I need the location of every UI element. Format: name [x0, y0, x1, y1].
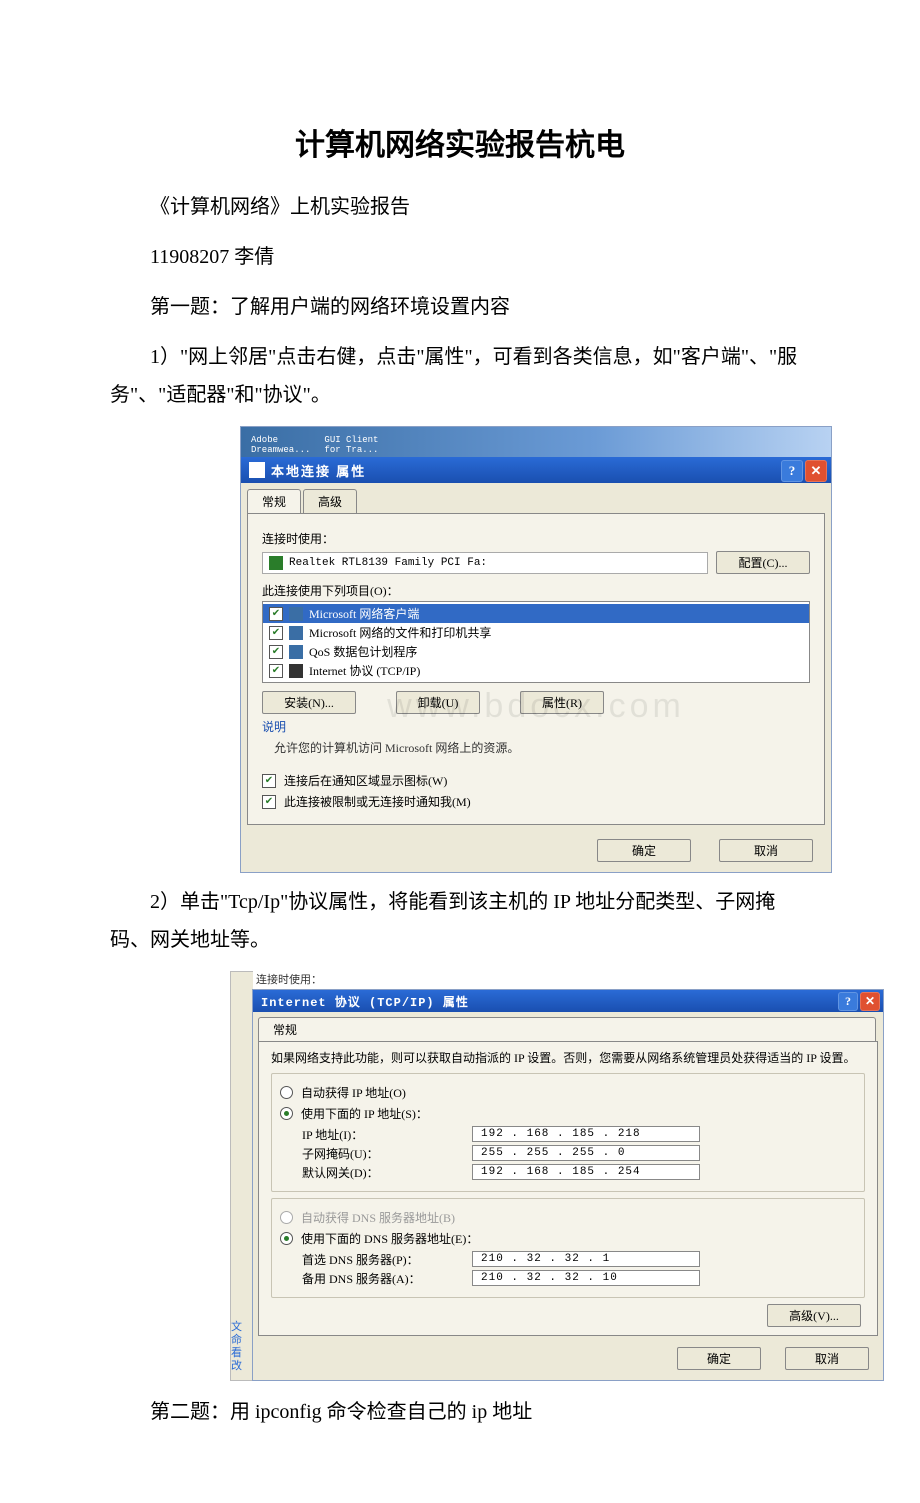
- checkbox-label: 此连接被限制或无连接时通知我(M): [284, 793, 471, 810]
- radio-label: 使用下面的 DNS 服务器地址(E)：: [301, 1230, 478, 1247]
- parent-window-text: 文命看改: [231, 1321, 242, 1373]
- checkbox-icon[interactable]: ✔: [269, 664, 283, 678]
- ok-button[interactable]: 确定: [677, 1347, 761, 1370]
- list-item-ms-client[interactable]: ✔ Microsoft 网络客户端: [263, 604, 809, 623]
- advanced-button[interactable]: 高级(V)...: [767, 1304, 861, 1327]
- tab-general[interactable]: 常规: [258, 1017, 876, 1041]
- desktop-icon-dreamweaver: AdobeDreamwea...: [251, 435, 310, 457]
- configure-button[interactable]: 配置(C)...: [716, 551, 810, 574]
- window-title: 本地连接 属性: [271, 461, 366, 480]
- dns-group: 自动获得 DNS 服务器地址(B) 使用下面的 DNS 服务器地址(E)： 首选…: [271, 1198, 865, 1298]
- window-title: Internet 协议 (TCP/IP) 属性: [261, 993, 469, 1010]
- list-item-label: Microsoft 网络的文件和打印机共享: [309, 624, 491, 641]
- cancel-button[interactable]: 取消: [785, 1347, 869, 1370]
- tabs: 常规: [253, 1012, 883, 1041]
- label-dns1: 首选 DNS 服务器(P)：: [302, 1251, 472, 1268]
- list-item-label: QoS 数据包计划程序: [309, 643, 417, 660]
- radio-auto-ip[interactable]: [280, 1086, 293, 1099]
- radio-manual-ip[interactable]: [280, 1107, 293, 1120]
- close-button[interactable]: ✕: [805, 460, 827, 482]
- subnet-mask-field[interactable]: 255 . 255 . 255 . 0: [472, 1145, 700, 1161]
- service-icon: [289, 626, 303, 640]
- protocol-icon: [289, 664, 303, 678]
- window-titlebar: 本地连接 属性 ? ✕: [241, 457, 831, 483]
- items-listbox[interactable]: ✔ Microsoft 网络客户端 ✔ Microsoft 网络的文件和打印机共…: [262, 601, 810, 683]
- nic-icon: [269, 556, 283, 570]
- doc-title: 计算机网络实验报告杭电: [110, 120, 810, 164]
- uninstall-button[interactable]: 卸载(U): [396, 691, 480, 714]
- list-item-label: Microsoft 网络客户端: [309, 605, 419, 622]
- info-blurb: 如果网络支持此功能，则可以获取自动指派的 IP 设置。否则，您需要从网络系统管理…: [271, 1050, 865, 1067]
- list-item-tcpip[interactable]: ✔ Internet 协议 (TCP/IP): [263, 661, 809, 680]
- list-item-file-printer[interactable]: ✔ Microsoft 网络的文件和打印机共享: [263, 623, 809, 642]
- document-page: 计算机网络实验报告杭电 《计算机网络》上机实验报告 11908207 李倩 第一…: [0, 0, 920, 1503]
- label-ip: IP 地址(I)：: [302, 1126, 472, 1143]
- checkbox-icon[interactable]: ✔: [269, 607, 283, 621]
- adapter-field: Realtek RTL8139 Family PCI Fa:: [262, 552, 708, 574]
- ip-address-field[interactable]: 192 . 168 . 185 . 218: [472, 1126, 700, 1142]
- ok-button[interactable]: 确定: [597, 839, 691, 862]
- checkbox-icon[interactable]: ✔: [269, 626, 283, 640]
- ip-group: 自动获得 IP 地址(O) 使用下面的 IP 地址(S)： IP 地址(I)：1…: [271, 1073, 865, 1192]
- figure-local-connection-properties: AdobeDreamwea... GUI Clientfor Tra... 本地…: [240, 426, 832, 873]
- tabs: 常规 高级: [241, 483, 831, 513]
- checkbox-label: 连接后在通知区域显示图标(W): [284, 772, 447, 789]
- checkbox-limited-icon[interactable]: ✔: [262, 795, 276, 809]
- panel-general: 如果网络支持此功能，则可以获取自动指派的 IP 设置。否则，您需要从网络系统管理…: [258, 1041, 878, 1336]
- label-connect-using: 连接时使用：: [262, 530, 810, 547]
- desktop-icon-gui-client: GUI Clientfor Tra...: [324, 435, 378, 457]
- label-items: 此连接使用下列项目(O)：: [262, 582, 810, 599]
- client-icon: [289, 607, 303, 621]
- parent-label-connect: 连接时使用：: [256, 971, 890, 987]
- parent-window-edge: [230, 971, 253, 1381]
- radio-label: 使用下面的 IP 地址(S)：: [301, 1105, 428, 1122]
- radio-label: 自动获得 IP 地址(O): [301, 1084, 406, 1101]
- checkbox-notify-icon[interactable]: ✔: [262, 774, 276, 788]
- service-icon: [289, 645, 303, 659]
- paragraph-q1-step2: 2）单击"Tcp/Ip"协议属性，将能看到该主机的 IP 地址分配类型、子网掩码…: [110, 883, 810, 959]
- dns2-field[interactable]: 210 . 32 . 32 . 10: [472, 1270, 700, 1286]
- list-item-qos[interactable]: ✔ QoS 数据包计划程序: [263, 642, 809, 661]
- desktop-strip: AdobeDreamwea... GUI Clientfor Tra...: [241, 427, 831, 457]
- close-button[interactable]: ✕: [860, 992, 880, 1011]
- paragraph-report-title: 《计算机网络》上机实验报告: [110, 188, 810, 226]
- label-description-heading: 说明: [262, 718, 810, 735]
- paragraph-q1-heading: 第一题：了解用户端的网络环境设置内容: [110, 288, 810, 326]
- window-titlebar: Internet 协议 (TCP/IP) 属性 ? ✕: [253, 990, 883, 1012]
- checkbox-icon[interactable]: ✔: [269, 645, 283, 659]
- radio-auto-dns: [280, 1211, 293, 1224]
- help-button[interactable]: ?: [781, 460, 803, 482]
- adapter-name: Realtek RTL8139 Family PCI Fa:: [289, 557, 487, 569]
- radio-manual-dns[interactable]: [280, 1232, 293, 1245]
- gateway-field[interactable]: 192 . 168 . 185 . 254: [472, 1164, 700, 1180]
- label-mask: 子网掩码(U)：: [302, 1145, 472, 1162]
- properties-button[interactable]: 属性(R): [520, 691, 604, 714]
- panel-general: 连接时使用： Realtek RTL8139 Family PCI Fa: 配置…: [247, 513, 825, 825]
- radio-label-disabled: 自动获得 DNS 服务器地址(B): [301, 1209, 455, 1226]
- paragraph-q2-heading: 第二题：用 ipconfig 命令检查自己的 ip 地址: [110, 1393, 810, 1431]
- description-text: 允许您的计算机访问 Microsoft 网络上的资源。: [274, 739, 810, 756]
- label-gateway: 默认网关(D)：: [302, 1164, 472, 1181]
- cancel-button[interactable]: 取消: [719, 839, 813, 862]
- dns1-field[interactable]: 210 . 32 . 32 . 1: [472, 1251, 700, 1267]
- list-item-label: Internet 协议 (TCP/IP): [309, 662, 420, 679]
- help-button[interactable]: ?: [838, 992, 858, 1011]
- tab-advanced[interactable]: 高级: [303, 489, 357, 513]
- label-dns2: 备用 DNS 服务器(A)：: [302, 1270, 472, 1287]
- tab-general[interactable]: 常规: [247, 489, 301, 513]
- paragraph-q1-step1: 1）"网上邻居"点击右健，点击"属性"，可看到各类信息，如"客户端"、"服务"、…: [110, 338, 810, 414]
- paragraph-author: 11908207 李倩: [110, 238, 810, 276]
- figure-tcpip-properties: 文命看改 连接时使用： Internet 协议 (TCP/IP) 属性 ? ✕ …: [230, 971, 890, 1381]
- window-icon: [249, 462, 265, 478]
- install-button[interactable]: 安装(N)...: [262, 691, 356, 714]
